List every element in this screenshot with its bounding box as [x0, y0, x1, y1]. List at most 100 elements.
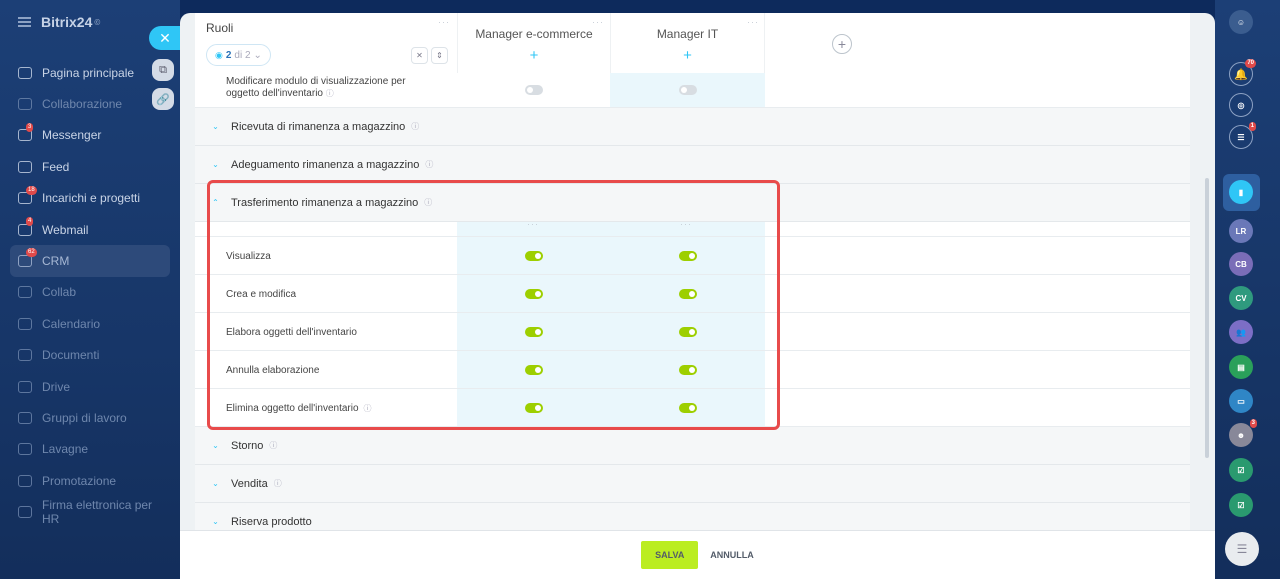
- sidebar-item-documenti[interactable]: Documenti: [10, 340, 170, 371]
- pager-current: 2: [225, 49, 232, 61]
- sidebar-item-incarichi-e-progetti[interactable]: 18 Incarichi e progetti: [10, 183, 170, 214]
- chevron-down-icon[interactable]: ⌄: [210, 516, 221, 527]
- more-icon[interactable]: ···: [592, 17, 604, 27]
- notifications-icon[interactable]: 🔔 70: [1229, 59, 1256, 86]
- left-sidebar: Bitrix24 © Pagina principale Collaborazion…: [0, 0, 181, 579]
- sidebar-item-label: Firma elettronica per HR: [42, 498, 153, 527]
- chevron-down-icon[interactable]: ⌄: [210, 478, 221, 489]
- avatar-cv[interactable]: CV: [1229, 286, 1253, 310]
- permission-toggle[interactable]: [524, 250, 543, 261]
- help-icon[interactable]: ⓘ: [411, 121, 419, 132]
- more-icon[interactable]: ···: [438, 17, 450, 27]
- section-riserva[interactable]: ⌄ Riserva prodotto: [195, 503, 1190, 530]
- sidebar-item-feed[interactable]: Feed: [10, 151, 170, 182]
- sidebar-item-drive[interactable]: Drive: [10, 371, 170, 402]
- support-chat-icon[interactable]: ▭: [1229, 389, 1253, 413]
- contact-card-icon[interactable]: ▤: [1229, 355, 1253, 379]
- sidebar-item-label: Feed: [42, 159, 70, 174]
- avatar-lr[interactable]: LR: [1229, 219, 1253, 243]
- roles-pager[interactable]: ◉ 2 di 2 ⌄: [206, 44, 271, 66]
- add-permission-icon[interactable]: +: [611, 47, 764, 64]
- bookmark-panel[interactable]: ▮: [1223, 174, 1260, 211]
- save-button[interactable]: SALVA: [641, 541, 699, 569]
- table-row: Visualizza: [195, 237, 1190, 275]
- menu-icon[interactable]: [18, 17, 31, 27]
- quick-menu-button[interactable]: ☰: [1225, 532, 1259, 566]
- chevron-down-icon[interactable]: ⌄: [210, 121, 221, 132]
- collab-circle-icon: [18, 286, 32, 299]
- sidebar-item-promotazione[interactable]: Promotazione: [10, 465, 170, 496]
- scrollbar[interactable]: [1205, 178, 1209, 458]
- chat-icon[interactable]: ☰ 1: [1229, 122, 1256, 149]
- cell-it: [610, 389, 765, 426]
- permission-toggle[interactable]: [524, 364, 543, 375]
- permission-toggle[interactable]: [678, 364, 697, 375]
- permission-toggle[interactable]: [524, 288, 543, 299]
- sidebar-item-lavagne[interactable]: Lavagne: [10, 434, 170, 465]
- permission-toggle[interactable]: [678, 85, 697, 95]
- cell-it: [610, 351, 765, 388]
- help-icon[interactable]: ⓘ: [424, 197, 432, 208]
- sidebar-item-calendario[interactable]: Calendario: [10, 308, 170, 339]
- section-ricevuta[interactable]: ⌄ Ricevuta di rimanenza a magazzino ⓘ: [195, 108, 1190, 146]
- close-slider-button[interactable]: ✕: [149, 26, 181, 50]
- help-icon[interactable]: ⓘ: [274, 478, 282, 489]
- sidebar-item-collab[interactable]: Collab: [10, 277, 170, 308]
- section-label: Ricevuta di rimanenza a magazzino: [231, 120, 406, 133]
- sidebar-item-firma-elettronica-per-hr[interactable]: Firma elettronica per HR: [10, 496, 170, 527]
- permission-toggle[interactable]: [678, 250, 697, 261]
- app-logo[interactable]: Bitrix24 ©: [18, 14, 100, 30]
- help-icon[interactable]: ⓘ: [364, 404, 372, 413]
- permission-label: Crea e modifica: [226, 289, 297, 300]
- avatar-cb[interactable]: CB: [1229, 252, 1253, 276]
- group-chat-icon[interactable]: 👥: [1229, 320, 1253, 344]
- section-spacer-row: ··· ···: [195, 219, 1190, 237]
- user-avatar-2[interactable]: ☻ 3: [1229, 419, 1257, 447]
- cell-it: [610, 313, 765, 350]
- section-storno[interactable]: ⌄ Storno ⓘ: [195, 427, 1190, 465]
- permission-toggle[interactable]: [678, 402, 697, 413]
- open-new-window-button[interactable]: ⧉: [152, 59, 174, 81]
- checklist-icon[interactable]: ☑: [1229, 458, 1253, 482]
- chevron-down-icon[interactable]: ⌄: [210, 440, 221, 451]
- more-icon[interactable]: ···: [747, 17, 759, 27]
- sidebar-item-label: Promotazione: [42, 473, 117, 488]
- roles-title: Ruoli: [206, 21, 234, 35]
- permission-label: Annulla elaborazione: [226, 365, 320, 376]
- section-label: Vendita: [231, 477, 268, 490]
- sidebar-item-label: Messenger: [42, 128, 102, 143]
- permission-toggle[interactable]: [524, 326, 543, 337]
- user-avatar[interactable]: ☺: [1229, 10, 1253, 34]
- permission-toggle[interactable]: [678, 288, 697, 299]
- add-permission-icon[interactable]: +: [458, 47, 610, 64]
- chevron-down-icon[interactable]: ⌄: [210, 159, 221, 170]
- role-column-ecommerce: ··· Manager e-commerce +: [457, 13, 610, 73]
- help-icon[interactable]: ⓘ: [425, 159, 433, 170]
- sidebar-item-webmail[interactable]: 4 Webmail: [10, 214, 170, 245]
- expand-all-button[interactable]: ⇕: [431, 47, 448, 64]
- sidebar-item-gruppi-di-lavoro[interactable]: Gruppi di lavoro: [10, 402, 170, 433]
- bookmark-icon[interactable]: ▮: [1229, 180, 1253, 204]
- add-role-button[interactable]: +: [832, 34, 852, 54]
- section-adeguamento[interactable]: ⌄ Adeguamento rimanenza a magazzino ⓘ: [195, 146, 1190, 184]
- sidebar-item-collaborazione[interactable]: Collaborazione: [10, 88, 170, 119]
- sidebar-item-pagina-principale[interactable]: Pagina principale: [10, 57, 170, 88]
- permission-toggle[interactable]: [524, 402, 543, 413]
- pager-text: di 2: [234, 49, 251, 61]
- section-trasferimento[interactable]: ⌃ Trasferimento rimanenza a magazzino ⓘ: [195, 184, 1190, 222]
- permission-toggle[interactable]: [524, 85, 543, 95]
- calendar-icon: [18, 317, 32, 330]
- eye-icon: ◉: [215, 49, 223, 60]
- sidebar-item-crm[interactable]: 62 CRM: [10, 245, 170, 277]
- collapse-all-button[interactable]: ✕: [411, 47, 428, 64]
- cell-ecommerce: [457, 73, 610, 107]
- sidebar-item-messenger[interactable]: 3 Messenger: [10, 120, 170, 151]
- chevron-up-icon[interactable]: ⌃: [210, 197, 221, 208]
- section-vendita[interactable]: ⌄ Vendita ⓘ: [195, 465, 1190, 503]
- copy-link-button[interactable]: 🔗: [152, 88, 174, 110]
- activity-icon[interactable]: ◎: [1229, 93, 1253, 117]
- permission-toggle[interactable]: [678, 326, 697, 337]
- approval-icon[interactable]: ☑: [1229, 493, 1253, 517]
- cancel-button[interactable]: ANNULLA: [710, 550, 754, 560]
- help-icon[interactable]: ⓘ: [269, 440, 277, 451]
